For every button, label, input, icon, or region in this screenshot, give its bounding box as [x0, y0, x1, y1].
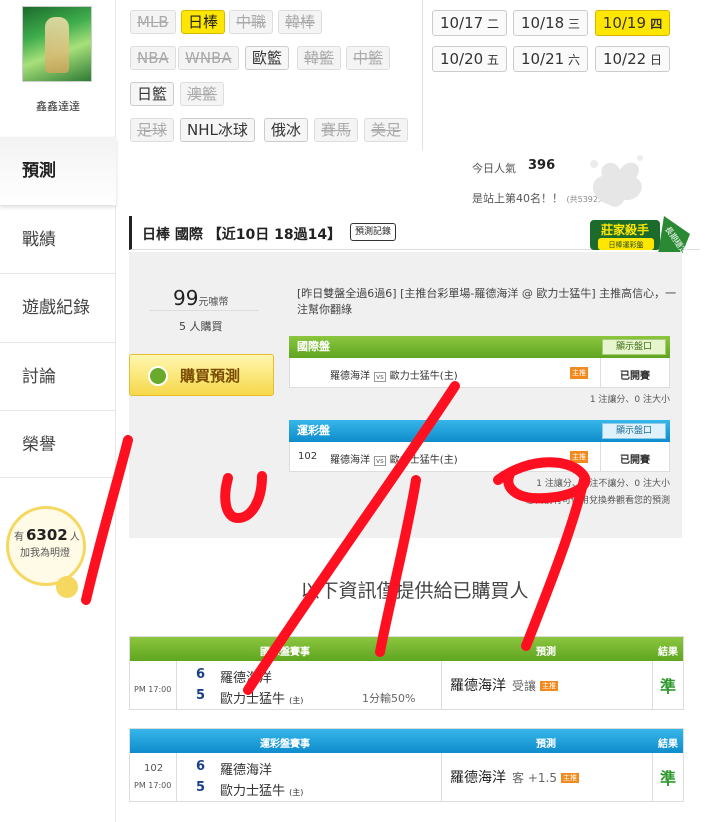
divider: [422, 0, 423, 150]
price: 99元噱幣: [173, 286, 229, 310]
score-away: 6: [196, 759, 206, 774]
coupon-notice[interactable]: 您目前有可使用兌換券觀看您的預測: [289, 493, 670, 506]
pick: 羅德海洋 受讓 主推: [450, 678, 559, 694]
sport-tag-nfl[interactable]: 美足: [364, 118, 409, 142]
recommend-badge: 主推: [570, 367, 588, 379]
game-number: 102: [144, 763, 164, 774]
table-header: 運彩盤賽事 預測 結果: [130, 729, 683, 753]
team-home: 歐力士猛牛 (主): [220, 784, 304, 799]
sport-tag-jp-basket[interactable]: 日籃: [130, 82, 175, 106]
team-away: 羅德海洋: [220, 763, 273, 778]
date-tab-1018[interactable]: 10/18 三: [513, 10, 588, 36]
nav-item-honor[interactable]: 榮譽: [0, 410, 116, 478]
prediction-panel: 99元噱幣 5 人購買 購買預測 [昨日雙盤全過6過6] [主推台彩單場-羅德海…: [129, 252, 682, 538]
sport-lottery-market-box: 運彩盤 顯示盤口 102 羅德海洋 vs 歐力士猛牛(主) 主推 已開賽 1 注讓分…: [289, 420, 670, 506]
follow-label[interactable]: 加我為明燈: [20, 544, 70, 559]
date-tab-1021[interactable]: 10/21 六: [513, 46, 588, 72]
game-status: 已開賽: [620, 455, 650, 466]
sport-tag-euro-basket[interactable]: 歐籃: [245, 46, 290, 70]
sidebar: 鑫鑫達達 預測 戰績 遊戲紀錄 討論 榮譽 有 6302 人 加我為明燈: [0, 0, 116, 822]
svg-text:莊家殺手: 莊家殺手: [600, 222, 649, 237]
score-home: 5: [196, 688, 206, 703]
intl-market-box: 國際盤 顯示盤口 羅德海洋 vs 歐力士猛牛(主) 主推 已開賽 1 注讓分、0 注…: [289, 336, 670, 405]
team-away: 羅德海洋: [220, 671, 273, 686]
date-tab-1020[interactable]: 10/20 五: [432, 46, 507, 72]
game-time: PM 17:00: [134, 781, 172, 790]
sport-tag-kbo[interactable]: 韓棒: [278, 10, 323, 34]
username[interactable]: 鑫鑫達達: [0, 98, 116, 114]
sport-tag-kr-basket[interactable]: 韓籃: [297, 46, 342, 70]
nav-item-record[interactable]: 戰績: [0, 205, 116, 273]
bet-summary: 1 注讓分、0 注不讓分、0 注大小: [536, 479, 670, 489]
date-tab-1019[interactable]: 10/19 四: [595, 10, 670, 36]
sport-lottery-header: 運彩盤 顯示盤口: [289, 420, 670, 442]
nav-item-discussion[interactable]: 討論: [0, 342, 116, 410]
sport-tag-soccer[interactable]: 足球: [130, 118, 175, 142]
table-header: 國際盤賽事 預測 結果: [130, 637, 683, 661]
buy-prediction-button[interactable]: 購買預測: [129, 354, 274, 396]
sport-lottery-result-table: 運彩盤賽事 預測 結果 102 PM 17:00 6 羅德海洋 5 歐力士猛牛 …: [129, 728, 684, 802]
sport-tag-cn-basket[interactable]: 中籃: [346, 46, 391, 70]
matchup: 羅德海洋 vs 歐力士猛牛(主): [330, 371, 458, 382]
table-row: 羅德海洋 vs 歐力士猛牛(主) 主推 已開賽: [289, 358, 670, 388]
svg-text:日棒運彩盤: 日棒運彩盤: [609, 240, 644, 249]
score-home: 5: [196, 780, 206, 795]
avatar[interactable]: [22, 6, 92, 82]
sport-tag-au-basket[interactable]: 澳籃: [180, 82, 225, 106]
intl-result-table: 國際盤賽事 預測 結果 PM 17:00 6 羅德海洋 5 歐力士猛牛 (主) …: [129, 636, 684, 710]
divider: [149, 310, 259, 311]
game-number: 102: [298, 451, 318, 462]
game-status: 已開賽: [620, 371, 650, 382]
matchup: 羅德海洋 vs 歐力士猛牛(主): [330, 455, 458, 466]
popularity-value: 396: [528, 158, 556, 173]
bet-summary: 1 注讓分、0 注大小: [589, 395, 670, 405]
sport-tag-cpbl[interactable]: 中職: [229, 10, 274, 34]
nav-item-game-history[interactable]: 遊戲紀錄: [0, 273, 116, 341]
recommend-badge: 主推: [570, 451, 588, 463]
show-odds-button[interactable]: 顯示盤口: [602, 423, 666, 439]
sport-tag-mlb[interactable]: MLB: [130, 10, 176, 34]
splash-decoration-icon: [590, 155, 643, 207]
prediction-description: [昨日雙盤全過6過6] [主推台彩單場-羅德海洋 @ 歐力士猛牛] 主推高信心，…: [297, 287, 677, 316]
sport-tag-wnba[interactable]: WNBA: [178, 46, 239, 70]
show-odds-button[interactable]: 顯示盤口: [602, 339, 666, 355]
table-row: 102 PM 17:00 6 羅德海洋 5 歐力士猛牛 (主) 羅德海洋客 +1…: [130, 753, 683, 801]
sport-tag-jp-baseball[interactable]: 日棒: [181, 10, 226, 34]
buy-prediction-label: 購買預測: [180, 367, 241, 385]
date-tab-1022[interactable]: 10/22 日: [595, 46, 670, 72]
lightbulb-follow[interactable]: 有 6302 人 加我為明燈: [6, 506, 86, 598]
prediction-record-button[interactable]: 預測記錄: [350, 223, 397, 241]
buyer-count: 5 人購買: [179, 320, 223, 333]
sport-tag-nba[interactable]: NBA: [130, 46, 176, 70]
popularity-label: 今日人氣: [472, 162, 516, 175]
sport-tag-horse[interactable]: 賽馬: [314, 118, 359, 142]
buyers-only-notice: 以下資訊僅提供給已購買人: [300, 580, 529, 602]
result: 準: [660, 769, 677, 788]
lightbulb-base: [56, 576, 78, 598]
result: 準: [660, 677, 677, 696]
handicap-line: 1分輸50%: [362, 692, 416, 705]
game-time: PM 17:00: [134, 685, 172, 694]
date-tab-1017[interactable]: 10/17 二: [432, 10, 507, 36]
coin-icon: [148, 366, 168, 386]
intl-market-header: 國際盤 顯示盤口: [289, 336, 670, 358]
table-row: 102 羅德海洋 vs 歐力士猛牛(主) 主推 已開賽: [289, 442, 670, 472]
score-away: 6: [196, 667, 206, 682]
table-row: PM 17:00 6 羅德海洋 5 歐力士猛牛 (主) 1分輸50% 羅德海洋受…: [130, 661, 683, 709]
sport-tag-nhl[interactable]: NHL冰球: [180, 118, 255, 142]
nav-item-predict[interactable]: 預測: [0, 137, 116, 205]
prediction-title: 日棒 國際 【近10日 18過14】: [142, 227, 342, 243]
pick: 羅德海洋客 +1.5 主推: [450, 770, 579, 786]
follower-count: 有 6302 人: [14, 526, 80, 544]
sport-tag-khl[interactable]: 俄冰: [264, 118, 309, 142]
team-home: 歐力士猛牛 (主): [220, 692, 304, 707]
